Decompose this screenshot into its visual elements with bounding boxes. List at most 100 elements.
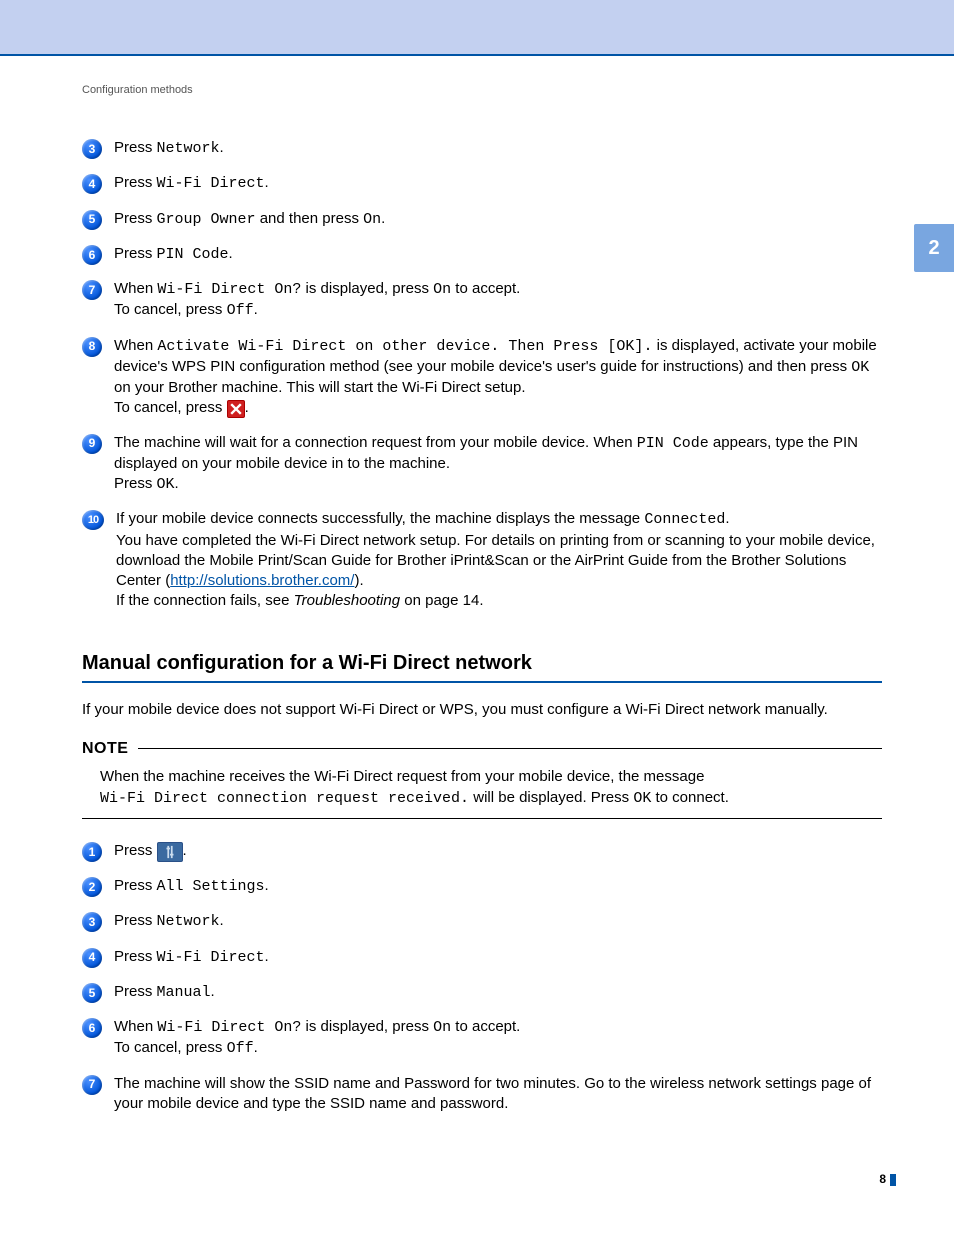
code-text: OK — [157, 476, 175, 493]
step-body: Press Group Owner and then press On. — [114, 209, 882, 230]
step-body: Press PIN Code. — [114, 244, 882, 265]
text: . — [265, 948, 269, 965]
text: . — [265, 174, 269, 191]
step-body: Press . — [114, 841, 882, 862]
step-10: 10 If your mobile device connects succes… — [82, 509, 882, 611]
text: . — [725, 510, 729, 527]
code-text: On — [363, 211, 381, 228]
text: . — [254, 301, 258, 318]
text: . — [211, 983, 215, 1000]
section-title: Manual configuration for a Wi-Fi Direct … — [82, 652, 882, 683]
text: When the machine receives the Wi-Fi Dire… — [100, 768, 704, 785]
text: . — [220, 912, 224, 929]
code-text: Activate Wi-Fi Direct on other device. T… — [157, 338, 652, 355]
step-8: 8 When Activate Wi-Fi Direct on other de… — [82, 336, 882, 419]
note-label: NOTE — [82, 740, 128, 758]
step-body: Press Wi-Fi Direct. — [114, 947, 882, 968]
step-body: The machine will show the SSID name and … — [114, 1074, 882, 1115]
text: . — [183, 842, 187, 859]
note-body: When the machine receives the Wi-Fi Dire… — [82, 766, 882, 811]
text: ). — [354, 572, 363, 589]
breadcrumb: Configuration methods — [82, 84, 882, 96]
text: Press — [114, 912, 157, 929]
text: on your Brother machine. This will start… — [114, 379, 526, 396]
text: Press — [114, 842, 157, 859]
step-b6: 6 When Wi-Fi Direct On? is displayed, pr… — [82, 1017, 882, 1060]
text: If your mobile device connects successfu… — [116, 510, 644, 527]
step-body: Press Wi-Fi Direct. — [114, 173, 882, 194]
step-3: 3 Press Network. — [82, 138, 882, 159]
text: is displayed, press — [301, 1018, 433, 1035]
code-text: On — [433, 281, 451, 298]
step-5: 5 Press Group Owner and then press On. — [82, 209, 882, 230]
code-text: Wi-Fi Direct — [157, 175, 265, 192]
page-number: 8 — [879, 1172, 886, 1186]
cancel-x-icon — [227, 400, 245, 418]
text: will be displayed. Press — [469, 789, 633, 806]
text: on page 14. — [400, 592, 483, 609]
note-rule — [138, 748, 882, 749]
step-number-icon: 5 — [82, 210, 102, 230]
text: . — [175, 475, 179, 492]
code-text: Wi-Fi Direct — [157, 949, 265, 966]
text: Press — [114, 210, 157, 227]
step-7: 7 When Wi-Fi Direct On? is displayed, pr… — [82, 279, 882, 322]
step-body: If your mobile device connects successfu… — [116, 509, 882, 611]
text: When — [114, 337, 157, 354]
text: The machine will wait for a connection r… — [114, 434, 637, 451]
step-b3: 3 Press Network. — [82, 911, 882, 932]
step-number-icon: 10 — [82, 510, 104, 530]
steps-part-a: 3 Press Network. 4 Press Wi-Fi Direct. 5… — [82, 138, 882, 612]
settings-tools-icon — [157, 842, 183, 862]
text: . — [229, 245, 233, 262]
chapter-badge: 2 — [914, 224, 954, 272]
step-body: Press All Settings. — [114, 876, 882, 897]
text: . — [254, 1039, 258, 1056]
text: The machine will show the SSID name and … — [114, 1075, 871, 1112]
step-number-icon: 5 — [82, 983, 102, 1003]
note-rule-end — [82, 818, 882, 819]
code-text: Off — [227, 1040, 254, 1057]
text: . — [245, 399, 249, 416]
step-number-icon: 3 — [82, 139, 102, 159]
note-block: NOTE When the machine receives the Wi-Fi… — [82, 740, 882, 820]
step-6: 6 Press PIN Code. — [82, 244, 882, 265]
step-body: When Activate Wi-Fi Direct on other devi… — [114, 336, 882, 419]
text: Press — [114, 948, 157, 965]
step-b5: 5 Press Manual. — [82, 982, 882, 1003]
step-number-icon: 1 — [82, 842, 102, 862]
corner-mark-icon — [890, 1174, 896, 1186]
code-text: Wi-Fi Direct connection request received… — [100, 790, 469, 807]
solutions-link[interactable]: http://solutions.brother.com/ — [170, 572, 354, 589]
text: to accept. — [451, 280, 520, 297]
text: Press — [114, 245, 157, 262]
code-text: Connected — [644, 511, 725, 528]
text: To cancel, press — [114, 301, 227, 318]
code-text: OK — [633, 790, 651, 807]
step-body: Press Manual. — [114, 982, 882, 1003]
text: . — [265, 877, 269, 894]
step-body: Press Network. — [114, 138, 882, 159]
step-b2: 2 Press All Settings. — [82, 876, 882, 897]
header-band — [0, 0, 954, 56]
step-number-icon: 7 — [82, 1075, 102, 1095]
step-number-icon: 6 — [82, 245, 102, 265]
step-number-icon: 6 — [82, 1018, 102, 1038]
page-content: 2 Configuration methods 3 Press Network.… — [0, 56, 954, 1168]
step-4: 4 Press Wi-Fi Direct. — [82, 173, 882, 194]
text: When — [114, 280, 157, 297]
text: Press — [114, 139, 157, 156]
code-text: PIN Code — [637, 435, 709, 452]
text: Press — [114, 983, 157, 1000]
code-text: PIN Code — [157, 246, 229, 263]
text: When — [114, 1018, 157, 1035]
code-text: Group Owner — [157, 211, 256, 228]
code-text: Wi-Fi Direct On? — [157, 281, 301, 298]
code-text: All Settings — [157, 878, 265, 895]
step-number-icon: 7 — [82, 280, 102, 300]
text: To cancel, press — [114, 399, 227, 416]
troubleshooting-ref: Troubleshooting — [294, 592, 400, 609]
step-body: The machine will wait for a connection r… — [114, 433, 882, 496]
code-text: On — [433, 1019, 451, 1036]
step-body: When Wi-Fi Direct On? is displayed, pres… — [114, 1017, 882, 1060]
